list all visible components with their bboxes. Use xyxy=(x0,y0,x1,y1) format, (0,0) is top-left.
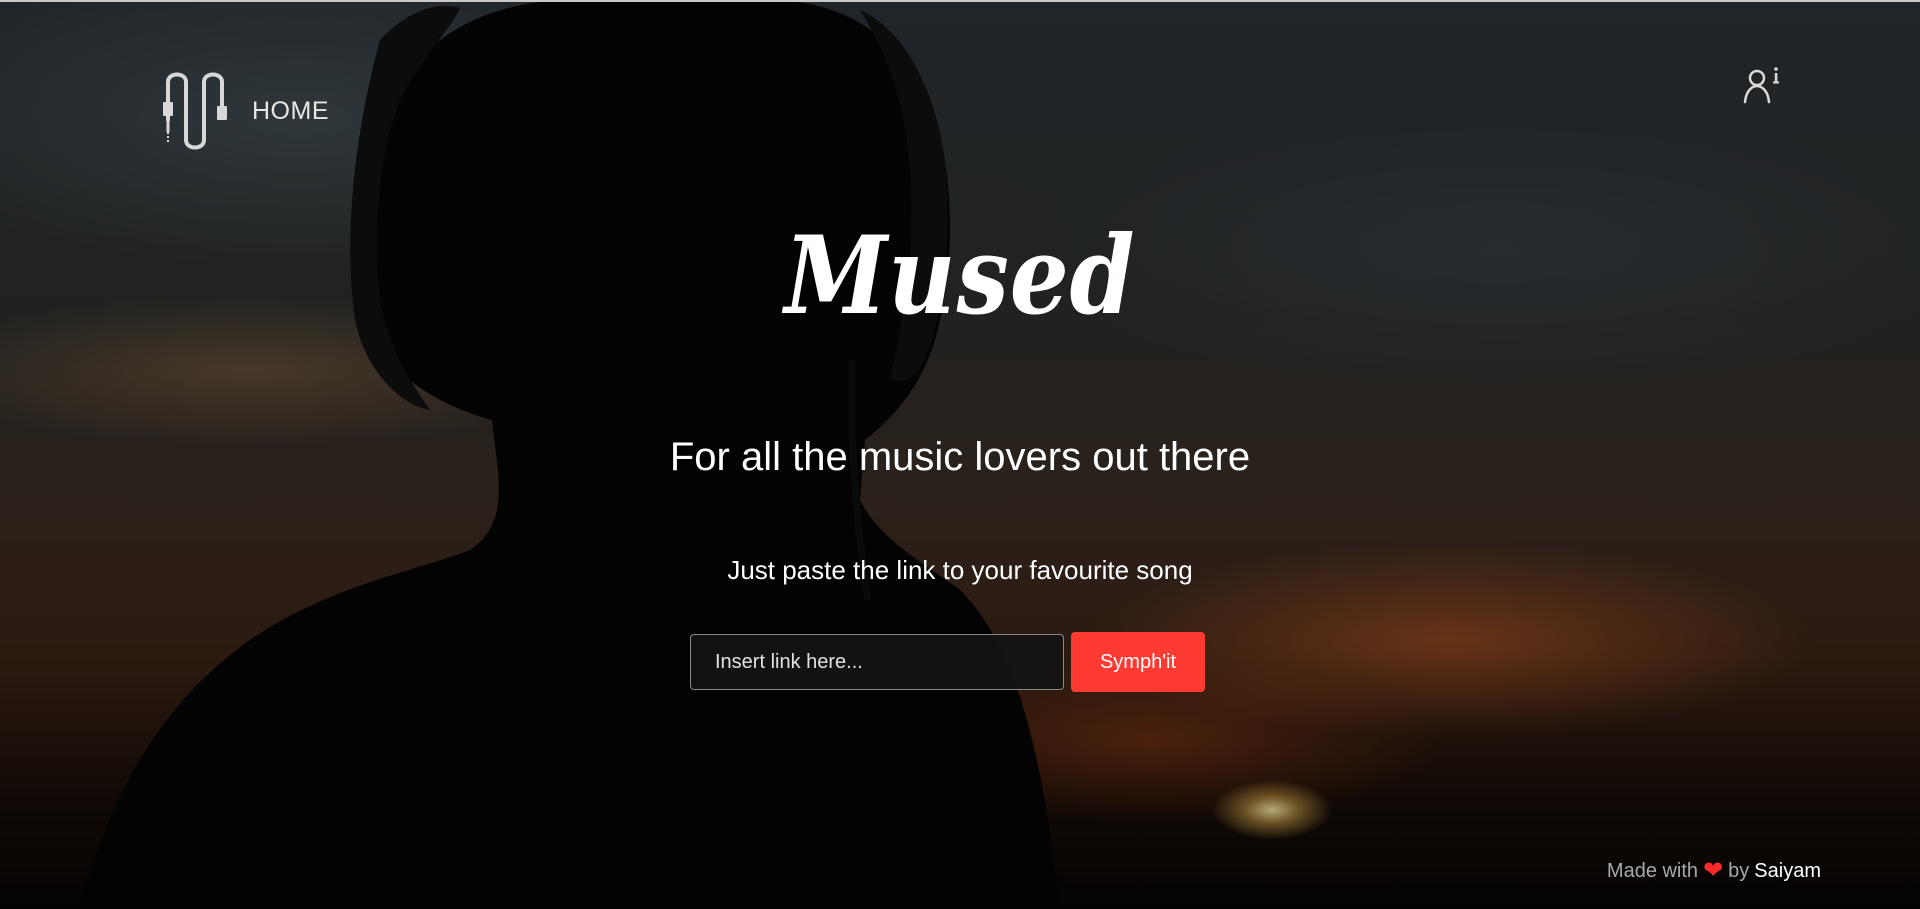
author-link[interactable]: Saiyam xyxy=(1754,860,1821,883)
link-form: Symph'it xyxy=(690,632,1205,692)
home-nav-link[interactable]: HOME xyxy=(160,70,329,152)
user-info-button[interactable] xyxy=(1742,64,1784,106)
home-label: HOME xyxy=(252,96,329,125)
tagline: For all the music lovers out there xyxy=(669,435,1251,479)
heart-icon: ❤ xyxy=(1703,857,1724,884)
top-border xyxy=(0,0,1920,2)
app-title: Mused xyxy=(784,213,1136,339)
footer-credits: Made with ❤ by Saiyam xyxy=(1607,859,1821,883)
audio-cable-icon xyxy=(163,72,227,150)
song-link-input[interactable] xyxy=(690,634,1064,690)
footer-by: by xyxy=(1728,859,1750,882)
symphit-submit-button[interactable]: Symph'it xyxy=(1071,632,1205,692)
instructions-text: Just paste the link to your favourite so… xyxy=(727,555,1193,585)
page-background: HOME Mused For all the music lovers out … xyxy=(0,0,1920,909)
user-info-icon xyxy=(1743,67,1779,104)
footer-prefix: Made with xyxy=(1606,859,1699,882)
